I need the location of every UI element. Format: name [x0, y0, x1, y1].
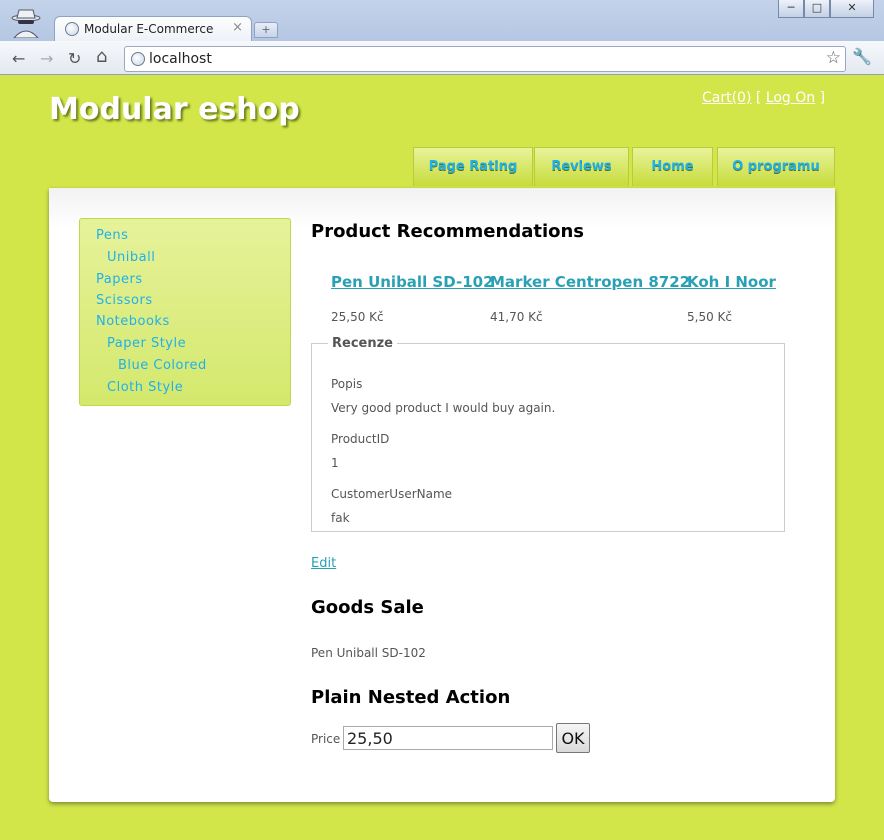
sidebar-item-pens[interactable]: Pens — [96, 228, 128, 243]
incognito-icon — [11, 9, 41, 38]
product-link-1[interactable]: Pen Uniball SD-102 — [331, 273, 494, 291]
bracket-open: [ — [755, 90, 762, 106]
maximize-button[interactable]: □ — [804, 0, 830, 18]
sidebar-item-cloth-style[interactable]: Cloth Style — [107, 380, 183, 395]
product-price-2: 41,70 Kč — [490, 310, 543, 324]
bookmark-star-icon[interactable]: ☆ — [826, 48, 841, 68]
field-value-productid: 1 — [331, 456, 339, 470]
review-fieldset: Recenze Popis Very good product I would … — [311, 336, 785, 532]
nested-action-heading: Plain Nested Action — [311, 687, 511, 708]
review-legend: Recenze — [332, 336, 393, 351]
product-price-3: 5,50 Kč — [687, 310, 732, 324]
sidebar-item-scissors[interactable]: Scissors — [96, 293, 153, 308]
field-label-popis: Popis — [331, 377, 363, 391]
log-on-link[interactable]: Log On — [766, 90, 815, 106]
product-link-2[interactable]: Marker Centropen 8722 — [490, 273, 690, 291]
url-text: localhost — [149, 51, 212, 67]
recommendations-heading: Product Recommendations — [311, 221, 585, 242]
cart-link[interactable]: Cart(0) — [702, 90, 751, 106]
new-tab-button[interactable]: + — [254, 22, 278, 38]
main-content: Pens Uniball Papers Scissors Notebooks P… — [49, 188, 835, 802]
sidebar-item-papers[interactable]: Papers — [96, 272, 143, 287]
edit-link[interactable]: Edit — [311, 556, 336, 571]
back-icon[interactable]: ← — [12, 49, 25, 68]
reload-icon[interactable]: ↻ — [68, 49, 81, 68]
browser-tab[interactable]: Modular E-Commerce × — [54, 16, 252, 41]
minimize-button[interactable]: ─ — [778, 0, 804, 18]
price-input[interactable] — [343, 726, 553, 750]
close-window-button[interactable]: ✕ — [830, 0, 874, 18]
menu-page-rating[interactable]: Page Rating — [413, 147, 533, 186]
field-value-popis: Very good product I would buy again. — [331, 401, 556, 415]
sidebar-item-paper-style[interactable]: Paper Style — [107, 336, 186, 351]
tab-close-icon[interactable]: × — [232, 20, 243, 35]
browser-toolbar: ← → ↻ ⌂ localhost ☆ 🔧 — [0, 41, 884, 74]
home-icon[interactable]: ⌂ — [96, 46, 107, 67]
product-price-1: 25,50 Kč — [331, 310, 384, 324]
goods-sale-heading: Goods Sale — [311, 597, 424, 618]
wrench-icon[interactable]: 🔧 — [852, 47, 872, 66]
field-label-productid: ProductID — [331, 432, 390, 446]
sale-item: Pen Uniball SD-102 — [311, 646, 426, 660]
field-label-customer: CustomerUserName — [331, 487, 453, 501]
sidebar-item-notebooks[interactable]: Notebooks — [96, 314, 170, 329]
tab-bar: Modular E-Commerce × + ─ □ ✕ — [0, 0, 884, 41]
sidebar-item-blue-colored[interactable]: Blue Colored — [118, 358, 207, 373]
menu-o-programu[interactable]: O programu — [717, 147, 835, 186]
browser-chrome: Modular E-Commerce × + ─ □ ✕ ← → ↻ ⌂ loc… — [0, 0, 884, 75]
bracket-close: ] — [819, 90, 826, 106]
menu-home[interactable]: Home — [632, 147, 713, 186]
field-value-customer: fak — [331, 511, 350, 525]
site-title: Modular eshop — [49, 92, 300, 127]
globe-icon — [65, 22, 79, 36]
window-controls: ─ □ ✕ — [778, 0, 874, 18]
ok-button[interactable]: OK — [556, 723, 590, 753]
menu-reviews[interactable]: Reviews — [534, 147, 629, 186]
forward-icon[interactable]: → — [40, 49, 53, 68]
address-bar[interactable]: localhost ☆ — [124, 46, 846, 72]
globe-icon — [131, 52, 145, 66]
category-sidebar: Pens Uniball Papers Scissors Notebooks P… — [79, 218, 291, 406]
product-link-3[interactable]: Koh I Noor — [687, 273, 776, 291]
login-display: Cart(0) [ Log On ] — [702, 90, 825, 106]
tab-title: Modular E-Commerce — [84, 22, 214, 36]
sidebar-item-uniball[interactable]: Uniball — [107, 250, 155, 265]
price-label: Price — [311, 732, 341, 746]
